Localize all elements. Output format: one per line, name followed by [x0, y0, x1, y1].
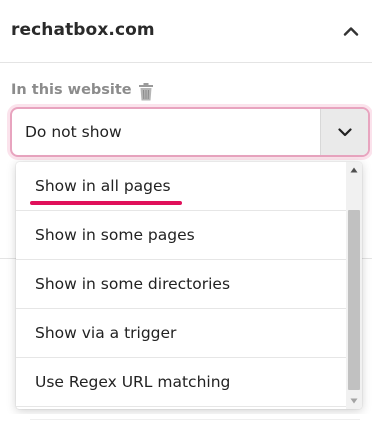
collapse-button[interactable] [338, 16, 364, 46]
triangle-up-icon [350, 167, 358, 173]
delete-button[interactable] [137, 82, 155, 102]
section-label: In this website [11, 82, 132, 98]
option-label: Show in some directories [35, 275, 231, 293]
scroll-up-button[interactable] [346, 162, 362, 178]
option-label: Show in some pages [35, 226, 195, 244]
highlight-underline [30, 201, 182, 205]
chevron-up-icon [343, 27, 359, 36]
display-select[interactable]: Do not show [10, 107, 370, 157]
option-regex-url-matching[interactable]: Use Regex URL matching [16, 358, 346, 407]
dropdown-scrollbar[interactable] [346, 162, 362, 409]
options-dropdown[interactable]: Show in all pages Show in some pages Sho… [16, 162, 362, 409]
panel-bottom [0, 414, 372, 422]
site-title: rechatbox.com [11, 20, 155, 40]
site-header[interactable]: rechatbox.com [0, 0, 372, 63]
select-value: Do not show [25, 123, 122, 141]
option-show-in-some-pages[interactable]: Show in some pages [16, 211, 346, 260]
option-show-in-some-directories[interactable]: Show in some directories [16, 260, 346, 309]
trash-icon [139, 83, 153, 101]
scroll-thumb[interactable] [348, 210, 360, 390]
option-show-via-trigger[interactable]: Show via a trigger [16, 309, 346, 358]
chevron-down-icon [337, 127, 352, 136]
option-label: Show in all pages [35, 177, 171, 195]
scroll-down-button[interactable] [346, 393, 362, 409]
select-arrow[interactable] [320, 109, 368, 155]
settings-panel: rechatbox.com In this website Do not sho… [0, 0, 372, 422]
option-label: Show via a trigger [35, 324, 177, 342]
option-label: Use Regex URL matching [35, 373, 231, 391]
triangle-down-icon [350, 398, 358, 404]
divider [0, 258, 17, 259]
divider [30, 419, 360, 420]
